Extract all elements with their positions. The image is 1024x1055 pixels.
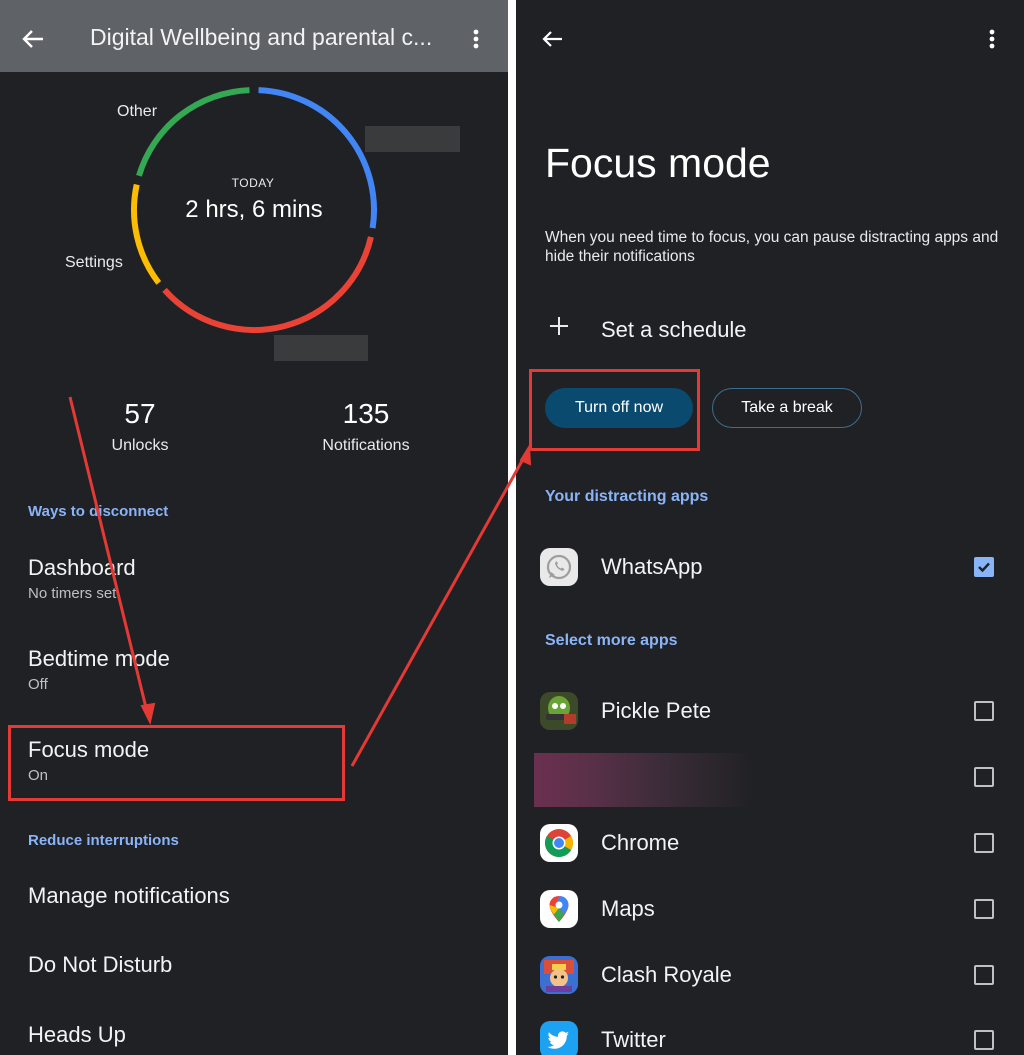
chrome-icon [540, 824, 578, 862]
app-name: Twitter [601, 1027, 666, 1052]
clash-royale-icon [540, 956, 578, 994]
more-options-icon[interactable] [982, 24, 1002, 54]
segment-label-other: Other [117, 103, 158, 120]
manage-notifications-title: Manage notifications [28, 883, 230, 908]
section-reduce-interruptions: Reduce interruptions [28, 832, 179, 849]
app-checkbox-pickle-pete[interactable] [974, 701, 994, 721]
section-ways-to-disconnect: Ways to disconnect [28, 503, 169, 520]
app-checkbox-maps[interactable] [974, 899, 994, 919]
segment-label-settings: Settings [65, 254, 123, 271]
focus-mode-screen: Focus mode When you need time to focus, … [516, 0, 1024, 1055]
app-row-pickle-pete[interactable]: Pickle Pete [516, 683, 1024, 739]
app-row-maps[interactable]: Maps [516, 881, 1024, 937]
pickle-pete-icon [540, 692, 578, 730]
app-name: Clash Royale [601, 962, 732, 987]
do-not-disturb-title: Do Not Disturb [28, 952, 173, 977]
unlocks-label: Unlocks [111, 437, 169, 454]
distracting-apps-header: Your distracting apps [545, 488, 709, 505]
dashboard-title: Dashboard [28, 555, 136, 580]
notifications-label: Notifications [322, 437, 410, 454]
app-checkbox-whatsapp[interactable] [974, 557, 994, 577]
whatsapp-icon [540, 548, 578, 586]
focus-mode-highlight [8, 725, 345, 801]
digital-wellbeing-screen: Digital Wellbeing and parental c... TODA… [0, 0, 508, 1055]
app-checkbox-clash-royale[interactable] [974, 965, 994, 985]
page-title: Focus mode [545, 140, 771, 186]
app-row-twitter[interactable]: Twitter [516, 1012, 1024, 1055]
app-row-clash-royale[interactable]: Clash Royale [516, 947, 1024, 1003]
app-name: WhatsApp [601, 554, 703, 579]
back-arrow-icon[interactable] [18, 24, 48, 54]
back-arrow-icon[interactable] [538, 24, 568, 54]
focus-mode-description: When you need time to focus, you can pau… [545, 229, 999, 265]
screen-time-total: 2 hrs, 6 mins [185, 196, 323, 223]
heads-up-title: Heads Up [28, 1022, 126, 1047]
app-row-whatsapp[interactable]: WhatsApp [516, 539, 1024, 595]
notifications-count: 135 [342, 398, 390, 429]
page-title: Digital Wellbeing and parental c... [90, 24, 433, 50]
redacted-app-label [274, 335, 368, 361]
set-schedule-button[interactable]: Set a schedule [516, 305, 1024, 355]
app-name: Chrome [601, 830, 680, 855]
more-options-icon[interactable] [466, 24, 486, 54]
app-checkbox-blurred[interactable] [974, 767, 994, 787]
unlocks-count: 57 [124, 398, 156, 429]
app-row-blurred[interactable] [516, 749, 1024, 807]
donut-segment[interactable] [162, 236, 374, 333]
today-label: TODAY [231, 176, 275, 190]
app-checkbox-twitter[interactable] [974, 1030, 994, 1050]
turn-off-highlight [529, 369, 700, 451]
app-checkbox-chrome[interactable] [974, 833, 994, 853]
dashboard-subtitle: No timers set [28, 585, 117, 602]
plus-icon [550, 317, 568, 335]
maps-icon [540, 890, 578, 928]
app-name: Pickle Pete [601, 698, 712, 723]
redacted-app-label [365, 126, 460, 152]
app-name: Maps [601, 896, 655, 921]
bedtime-mode-subtitle: Off [28, 676, 48, 693]
take-a-break-button[interactable]: Take a break [712, 388, 862, 428]
twitter-icon [540, 1021, 578, 1055]
app-row-chrome[interactable]: Chrome [516, 815, 1024, 871]
set-schedule-label: Set a schedule [601, 317, 747, 342]
bedtime-mode-title: Bedtime mode [28, 646, 170, 671]
app-bar: Digital Wellbeing and parental c... [0, 0, 508, 72]
select-more-apps-header: Select more apps [545, 632, 678, 649]
blurred-app-icon [534, 753, 754, 807]
